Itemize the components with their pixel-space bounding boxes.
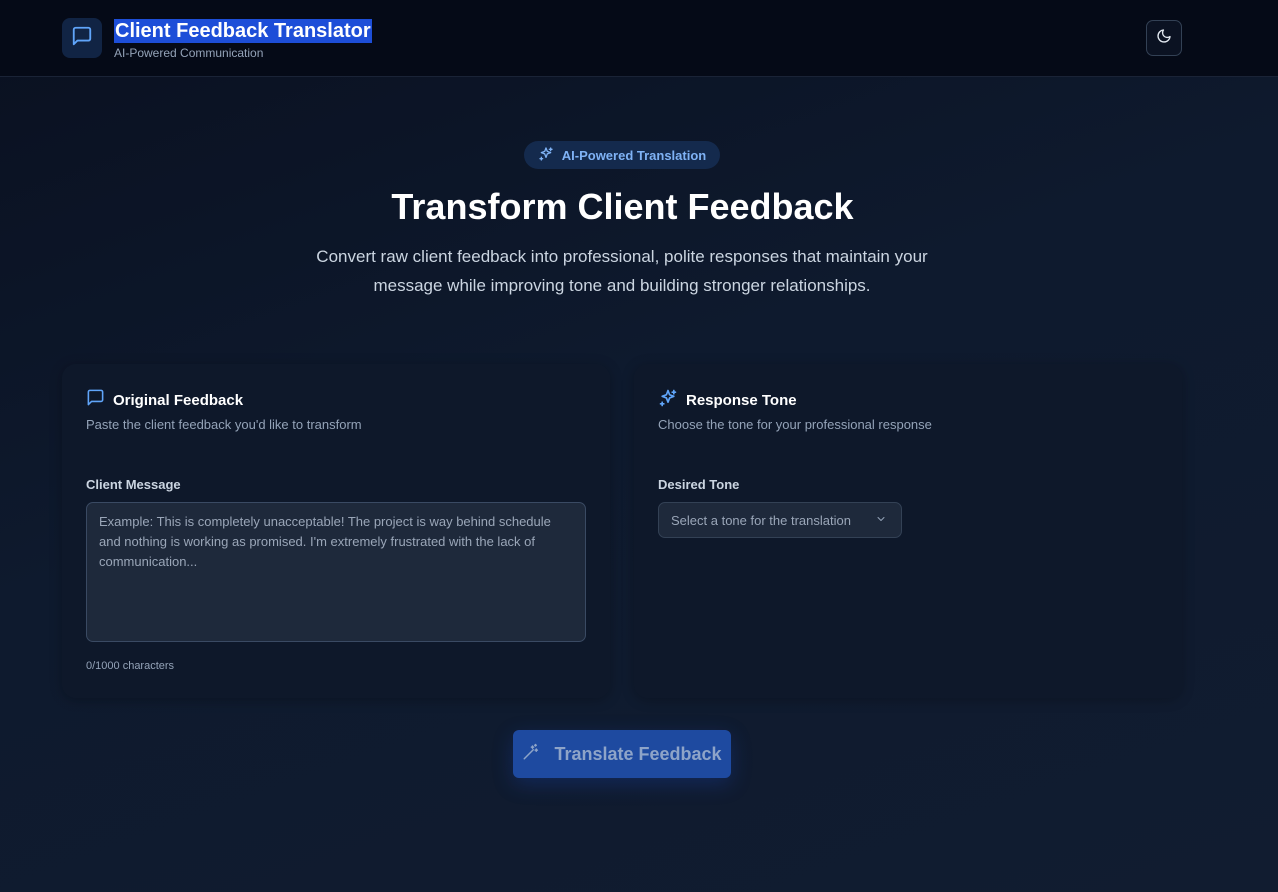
translate-feedback-button[interactable]: Translate Feedback <box>513 730 731 778</box>
message-square-icon <box>86 388 105 412</box>
app-title: Client Feedback Translator <box>114 19 372 43</box>
desired-tone-label: Desired Tone <box>658 477 740 492</box>
client-message-input[interactable] <box>86 502 586 642</box>
sparkles-icon <box>658 388 678 413</box>
message-square-icon <box>71 25 93 52</box>
original-feedback-title: Original Feedback <box>113 391 244 409</box>
app-subtitle: AI-Powered Communication <box>114 46 264 60</box>
app-header: Client Feedback Translator AI-Powered Co… <box>0 0 1278 77</box>
tone-select-placeholder: Select a tone for the translation <box>671 512 851 528</box>
moon-icon <box>1156 28 1172 49</box>
tone-select[interactable]: Select a tone for the translation <box>658 502 902 538</box>
theme-toggle-button[interactable] <box>1146 20 1182 56</box>
ai-badge: AI-Powered Translation <box>524 141 720 169</box>
original-feedback-description: Paste the client feedback you'd like to … <box>86 417 362 432</box>
original-feedback-card: Original Feedback Paste the client feedb… <box>62 364 610 698</box>
chevron-down-icon <box>875 513 887 528</box>
response-tone-title: Response Tone <box>686 392 797 409</box>
sparkles-icon <box>538 146 554 165</box>
response-tone-header: Response Tone <box>658 388 797 413</box>
app-logo <box>62 18 102 58</box>
translate-feedback-label: Translate Feedback <box>554 743 722 764</box>
character-counter: 0/1000 characters <box>86 660 175 672</box>
client-message-label: Client Message <box>86 477 181 492</box>
page-description: Convert raw client feedback into profess… <box>316 247 928 295</box>
response-tone-description: Choose the tone for your professional re… <box>658 417 932 432</box>
page-title: Transform Client Feedback <box>391 186 854 227</box>
original-feedback-header: Original Feedback <box>86 388 243 412</box>
ai-badge-label: AI-Powered Translation <box>561 147 707 163</box>
magic-wand-icon <box>522 743 540 766</box>
response-tone-card: Response Tone Choose the tone for your p… <box>634 364 1182 698</box>
